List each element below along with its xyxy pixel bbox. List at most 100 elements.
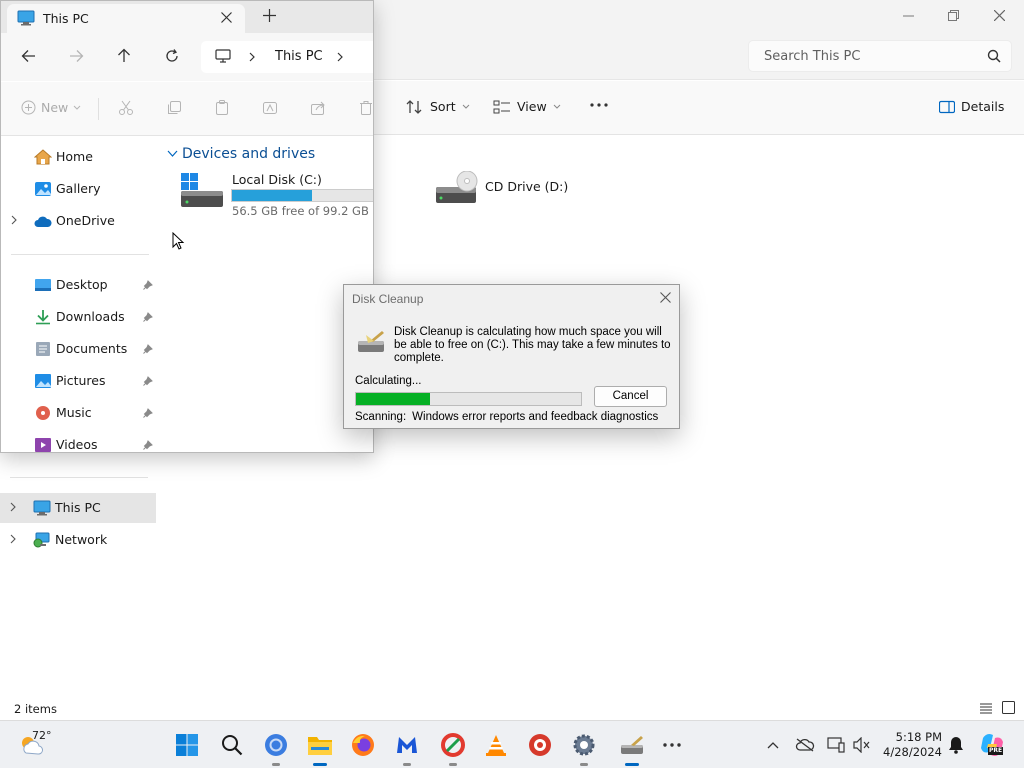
taskbar-vlc[interactable] bbox=[480, 729, 512, 761]
sidebar-item-network[interactable]: Network bbox=[0, 525, 156, 555]
address-bar[interactable]: This PC bbox=[201, 41, 373, 73]
navigation-pane-small: Home Gallery OneDrive Desktop Downloads … bbox=[1, 136, 157, 452]
delete-icon[interactable] bbox=[358, 100, 373, 116]
paste-icon[interactable] bbox=[214, 100, 230, 116]
close-icon bbox=[993, 9, 1005, 21]
dialog-title: Disk Cleanup bbox=[352, 292, 424, 306]
chevron-right-icon[interactable] bbox=[10, 534, 17, 544]
taskbar-overflow-button[interactable] bbox=[656, 729, 688, 761]
close-window-button[interactable] bbox=[976, 0, 1022, 30]
sidebar-item-downloads[interactable]: Downloads bbox=[1, 302, 157, 332]
chevron-down-icon bbox=[553, 104, 561, 109]
sidebar-item-home[interactable]: Home bbox=[1, 142, 157, 172]
disk-cleanup-icon bbox=[621, 736, 643, 754]
view-button[interactable]: View bbox=[493, 97, 561, 117]
sidebar-item-videos[interactable]: Videos bbox=[1, 430, 157, 452]
sidebar-item-label: Desktop bbox=[56, 277, 108, 292]
share-icon[interactable] bbox=[310, 100, 326, 116]
chevron-right-icon[interactable] bbox=[249, 52, 256, 62]
sidebar-item-gallery[interactable]: Gallery bbox=[1, 174, 157, 204]
up-icon[interactable] bbox=[117, 48, 131, 63]
drive-name: CD Drive (D:) bbox=[485, 179, 569, 194]
tray-onedrive[interactable] bbox=[789, 729, 821, 761]
pin-icon[interactable] bbox=[143, 312, 153, 322]
clock-time: 5:18 PM bbox=[895, 730, 942, 744]
drive-free-space: 56.5 GB free of 99.2 GB bbox=[232, 204, 369, 218]
running-indicator bbox=[313, 763, 327, 766]
music-icon bbox=[34, 405, 52, 421]
sidebar-item-music[interactable]: Music bbox=[1, 398, 157, 428]
minimize-button[interactable] bbox=[885, 0, 931, 30]
maximize-button[interactable] bbox=[930, 0, 976, 30]
taskbar-ccleaner[interactable] bbox=[437, 729, 469, 766]
tray-copilot[interactable]: PRE bbox=[976, 729, 1008, 761]
cancel-button[interactable]: Cancel bbox=[594, 386, 667, 407]
chevron-right-icon[interactable] bbox=[10, 502, 17, 512]
search-icon[interactable] bbox=[987, 49, 1001, 63]
view-icon bbox=[493, 100, 510, 114]
running-indicator bbox=[580, 763, 588, 766]
taskbar-app-red[interactable] bbox=[524, 729, 556, 761]
taskbar-file-explorer[interactable] bbox=[304, 729, 336, 766]
sort-button[interactable]: Sort bbox=[406, 97, 470, 117]
system-clock[interactable]: 5:18 PM 4/28/2024 bbox=[880, 730, 942, 760]
sidebar-item-this-pc[interactable]: This PC bbox=[0, 493, 156, 523]
scanning-status: Scanning: Windows error reports and feedb… bbox=[355, 411, 658, 423]
local-disk-icon bbox=[181, 173, 223, 207]
new-tab-icon[interactable] bbox=[263, 9, 276, 22]
pin-icon[interactable] bbox=[143, 408, 153, 418]
taskbar-chrome[interactable] bbox=[260, 729, 292, 766]
search-input[interactable]: Search This PC bbox=[764, 49, 860, 64]
drive-cd-d[interactable]: CD Drive (D:) bbox=[434, 171, 594, 211]
taskbar-settings[interactable] bbox=[568, 729, 600, 766]
weather-temperature: 72° bbox=[32, 729, 52, 742]
start-button[interactable] bbox=[171, 729, 203, 761]
sidebar-item-onedrive[interactable]: OneDrive bbox=[1, 206, 157, 236]
taskbar-malwarebytes[interactable] bbox=[391, 729, 423, 766]
sidebar-item-label: Videos bbox=[56, 437, 98, 452]
item-count: 2 items bbox=[14, 702, 57, 716]
back-icon[interactable] bbox=[21, 49, 36, 63]
sidebar-item-label: OneDrive bbox=[56, 213, 115, 228]
sidebar-item-desktop[interactable]: Desktop bbox=[1, 270, 157, 300]
breadcrumb-this-pc[interactable]: This PC bbox=[275, 49, 323, 64]
refresh-icon[interactable] bbox=[165, 49, 179, 63]
more-icon bbox=[663, 743, 681, 747]
taskbar-firefox[interactable] bbox=[347, 729, 379, 761]
close-icon[interactable] bbox=[660, 292, 671, 303]
sidebar-item-pictures[interactable]: Pictures bbox=[1, 366, 157, 396]
chevron-right-icon[interactable] bbox=[11, 215, 18, 225]
tiles-view-icon[interactable] bbox=[1002, 701, 1015, 714]
search-button[interactable] bbox=[216, 729, 248, 761]
chevron-right-icon[interactable] bbox=[337, 52, 344, 62]
progress-fill bbox=[356, 393, 431, 405]
chevron-down-icon[interactable] bbox=[167, 150, 178, 158]
sort-icon bbox=[406, 100, 422, 114]
cut-icon[interactable] bbox=[118, 100, 134, 116]
sidebar-item-documents[interactable]: Documents bbox=[1, 334, 157, 364]
tab-this-pc[interactable]: This PC bbox=[7, 4, 245, 33]
details-view-icon[interactable] bbox=[980, 702, 992, 714]
pin-icon[interactable] bbox=[143, 344, 153, 354]
search-box[interactable]: Search This PC bbox=[748, 40, 1012, 72]
tray-notifications[interactable] bbox=[940, 729, 972, 761]
sidebar-item-label: Documents bbox=[56, 341, 128, 356]
pin-icon[interactable] bbox=[143, 376, 153, 386]
taskbar-disk-cleanup[interactable] bbox=[616, 729, 648, 766]
new-button[interactable]: New bbox=[21, 100, 81, 115]
forward-icon[interactable] bbox=[69, 49, 84, 63]
copy-icon[interactable] bbox=[166, 100, 182, 116]
tab-strip: This PC bbox=[1, 1, 373, 33]
pin-icon[interactable] bbox=[143, 440, 153, 450]
running-indicator bbox=[272, 763, 280, 766]
tray-show-hidden-button[interactable] bbox=[757, 729, 789, 761]
close-tab-icon[interactable] bbox=[221, 12, 232, 23]
section-title[interactable]: Devices and drives bbox=[182, 146, 315, 162]
more-options-button[interactable] bbox=[590, 103, 608, 107]
drive-local-c[interactable]: Local Disk (C:) 56.5 GB free of 99.2 GB bbox=[179, 171, 373, 221]
tray-volume[interactable] bbox=[846, 729, 878, 761]
pin-icon[interactable] bbox=[143, 280, 153, 290]
details-pane-button[interactable]: Details bbox=[939, 97, 1004, 117]
rename-icon[interactable] bbox=[262, 100, 278, 116]
restore-icon bbox=[947, 9, 959, 21]
